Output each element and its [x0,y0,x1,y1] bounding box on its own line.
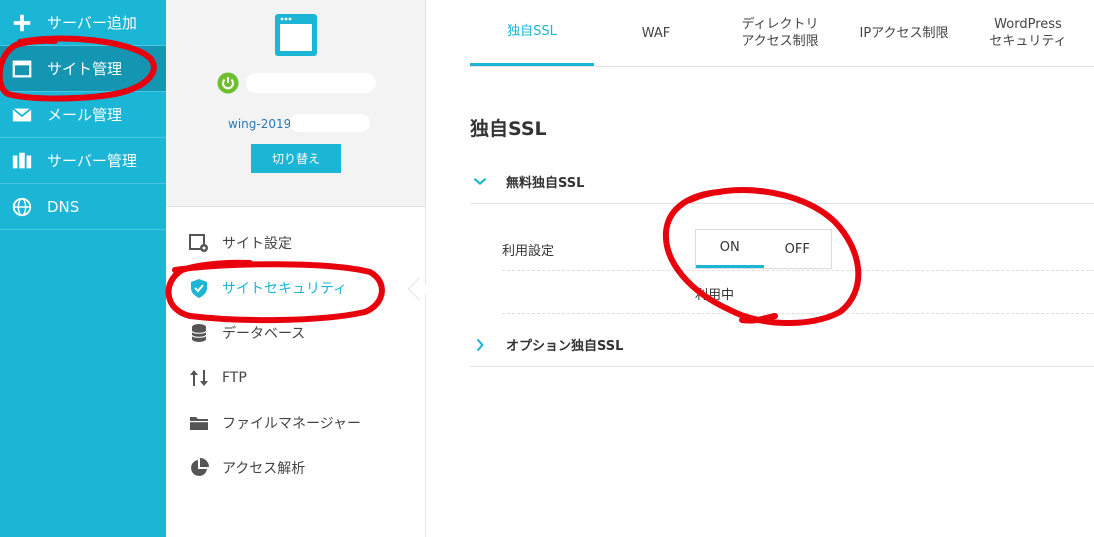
section-free-ssl[interactable]: 無料独自SSL [470,160,1094,204]
site-settings-icon [188,232,210,254]
site-panel: wing-2019 切り替え サイト設定 サイトセキュリティ データベース FT… [166,0,426,537]
nav-item-label: メール管理 [47,106,123,124]
menu-item-label: ファイルマネージャー [222,416,362,432]
plus-icon [10,11,34,35]
tab-ip-access[interactable]: IPアクセス制限 [842,0,966,66]
menu-item-site-security[interactable]: サイトセキュリティ [188,276,347,300]
site-url[interactable]: wing-2019 [228,117,291,131]
database-icon [188,322,210,344]
annotation-tail [739,313,778,324]
nav-item-label: サーバー管理 [47,152,137,170]
menu-item-label: FTP [222,370,247,386]
tab-waf[interactable]: WAF [594,0,718,66]
main-sidebar: サーバー追加 サイト管理 メール管理 サーバー管理 DNS [0,0,166,537]
nav-item-server-management[interactable]: サーバー管理 [0,138,166,184]
section-title: 無料独自SSL [506,176,585,191]
site-window-icon [275,14,317,56]
redacted-site-name [246,73,376,93]
menu-item-label: サイトセキュリティ [222,281,348,297]
nav-item-label: サーバー追加 [47,14,137,32]
pie-chart-icon [188,457,210,479]
toggle-on-option[interactable]: ON [696,230,764,268]
chevron-right-icon [470,335,490,355]
menu-item-site-settings[interactable]: サイト設定 [188,231,292,255]
nav-item-mail-management[interactable]: メール管理 [0,92,166,138]
nav-item-add-server[interactable]: サーバー追加 [0,0,166,46]
security-tabs: 独自SSL WAF ディレクトリ アクセス制限 IPアクセス制限 WordPre… [470,0,1094,67]
folder-icon [188,412,210,434]
nav-item-label: サイト管理 [47,60,123,78]
shield-check-icon [188,277,210,299]
redacted-site-url [290,114,370,132]
ssl-toggle: ON OFF [695,229,832,269]
server-icon [10,149,34,173]
menu-item-label: データベース [222,326,306,342]
divider [502,270,1094,271]
menu-item-access-analytics[interactable]: アクセス解析 [188,456,305,480]
nav-item-dns[interactable]: DNS [0,184,166,230]
tab-wordpress-security[interactable]: WordPress セキュリティ [966,0,1090,66]
chevron-down-icon [470,172,490,192]
menu-item-label: サイト設定 [222,236,292,252]
site-summary: wing-2019 切り替え [166,0,425,207]
envelope-icon [10,103,34,127]
transfer-arrows-icon [188,367,210,389]
tab-directory-access[interactable]: ディレクトリ アクセス制限 [718,0,842,66]
ssl-status: 利用中 [695,288,735,303]
menu-item-file-manager[interactable]: ファイルマネージャー [188,411,361,435]
page-title: 独自SSL [470,118,547,140]
tab-custom-ssl[interactable]: 独自SSL [470,0,594,66]
menu-item-label: アクセス解析 [222,461,306,477]
globe-icon [10,195,34,219]
power-status-icon [217,72,239,94]
toggle-off-option[interactable]: OFF [764,230,832,268]
nav-item-label: DNS [47,197,80,216]
menu-item-ftp[interactable]: FTP [188,366,247,390]
section-title: オプション独自SSL [506,339,624,354]
section-option-ssl[interactable]: オプション独自SSL [470,323,1094,367]
usage-setting-label: 利用設定 [502,244,555,259]
menu-item-database[interactable]: データベース [188,321,305,345]
switch-site-button[interactable]: 切り替え [251,144,341,173]
divider [502,313,1094,314]
nav-item-site-management[interactable]: サイト管理 [0,46,166,92]
browser-window-icon [10,57,34,81]
